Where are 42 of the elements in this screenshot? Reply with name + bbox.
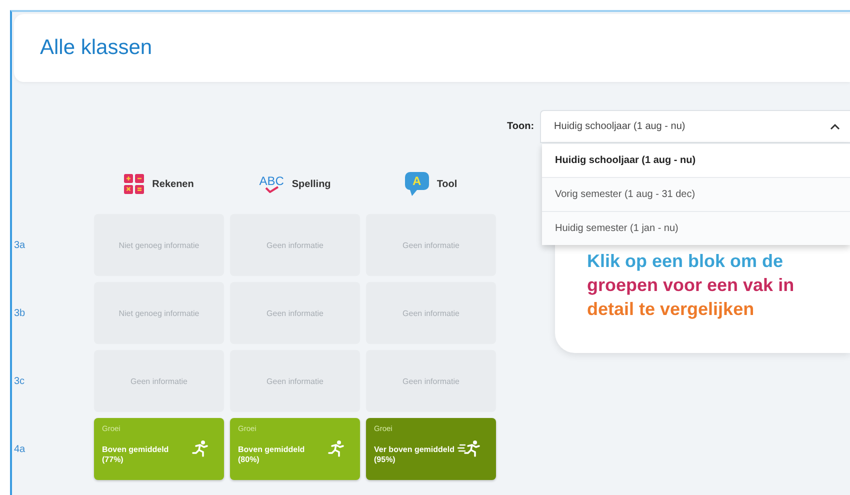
result-block[interactable]: Niet genoeg informatie [94,282,224,344]
block-text: Boven gemiddeld [102,445,169,455]
subject-name: Rekenen [152,178,194,190]
filter-label: Toon: [507,121,534,132]
result-block[interactable]: Geen informatie [366,214,496,276]
period-select[interactable]: Huidig schooljaar (1 aug - nu) [540,110,850,143]
block-percentage: (95%) [374,455,396,465]
page-title: Alle klassen [40,36,152,60]
tip-text: Klik op een blok om de groepen voor een vak in detail te vergelijken [587,250,794,321]
block-text: Boven gemiddeld [238,445,305,455]
group-label: 3c [14,376,26,386]
group-label: 3a [14,240,26,250]
subject-name: Tool [436,178,458,190]
runner-speed-icon [456,440,482,458]
dropdown-option[interactable]: Huidig semester (1 jan - nu) [542,211,850,245]
result-block[interactable]: Geen informatie [366,282,496,344]
block-text: Geen informatie [266,308,324,318]
dropdown-option[interactable]: Vorig semester (1 aug - 31 dec) [542,177,850,211]
runner-icon [192,440,210,458]
block-text: Geen informatie [266,240,324,250]
group-label: 4a [14,444,26,454]
block-text: Geen informatie [266,376,324,386]
result-block[interactable]: Geen informatie [366,350,496,412]
result-block[interactable]: Geen informatie [230,214,360,276]
block-percentage: (80%) [238,455,260,465]
calculator-icon [124,174,144,194]
block-text: Geen informatie [402,308,460,318]
subject-name: Spelling [292,178,331,190]
block-text: Geen informatie [402,376,460,386]
block-text: Niet genoeg informatie [118,308,200,318]
dropdown-option[interactable]: Huidig schooljaar (1 aug - nu) [542,143,850,177]
block-percentage: (77%) [102,455,124,465]
block-text: Geen informatie [402,240,460,250]
block-text: Niet genoeg informatie [118,240,200,250]
group-label: 3b [14,308,26,318]
block-text: Ver boven gemiddeld [374,445,454,455]
result-block[interactable]: Geen informatie [94,350,224,412]
block-text: Geen informatie [130,376,188,386]
result-block[interactable]: Niet genoeg informatie [94,214,224,276]
result-block[interactable]: Geen informatie [230,282,360,344]
runner-icon [328,440,346,458]
result-block[interactable]: Geen informatie [230,350,360,412]
